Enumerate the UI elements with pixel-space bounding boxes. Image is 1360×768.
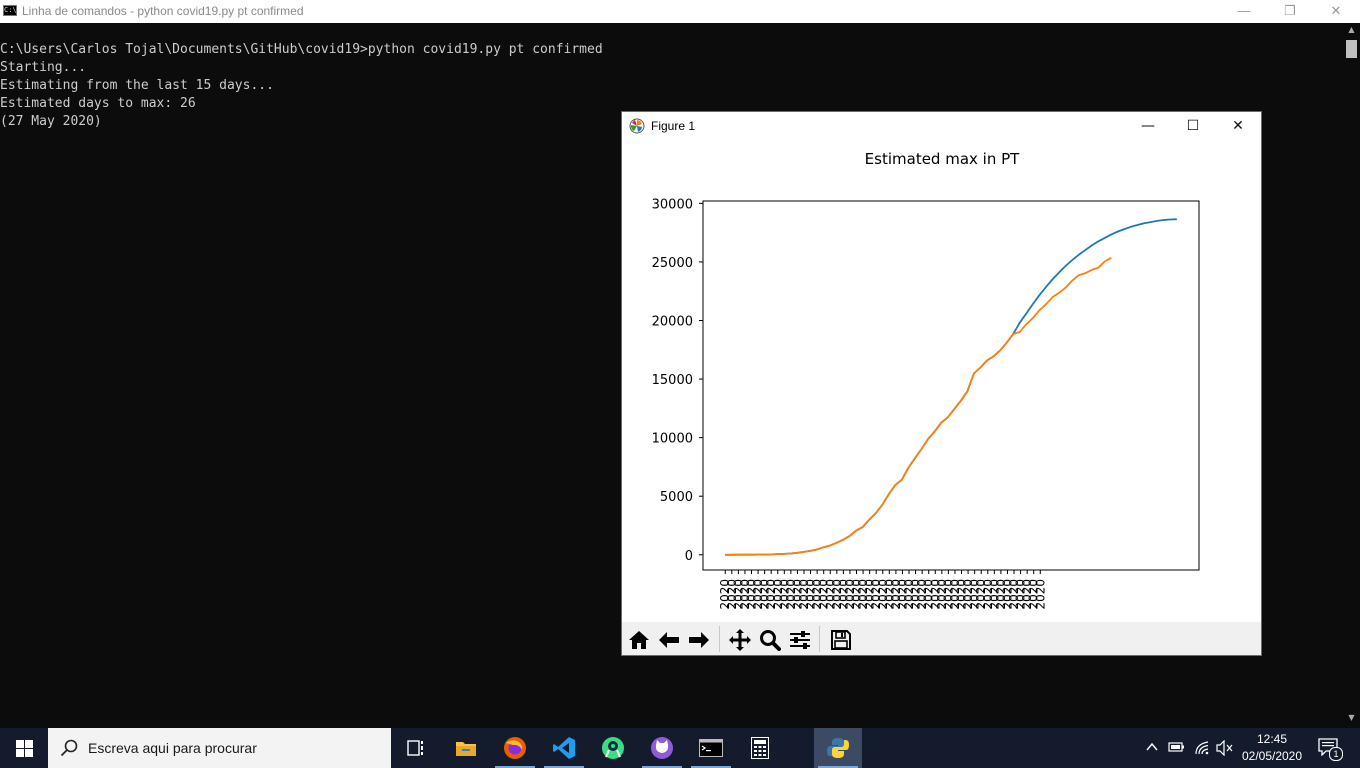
chevron-up-icon[interactable] [1145, 740, 1159, 754]
y-tick-label: 0 [685, 549, 693, 564]
task-view-icon[interactable] [392, 728, 440, 768]
chart-title: Estimated max in PT [865, 150, 1020, 168]
notification-badge: 1 [1329, 747, 1343, 761]
toolbar-separator [819, 626, 820, 652]
figure-maximize-button[interactable]: ☐ [1170, 112, 1216, 140]
series-line-2 [725, 257, 1112, 556]
wifi-icon[interactable] [1194, 740, 1210, 761]
console-scrollbar[interactable]: ▲ ▼ [1343, 23, 1360, 728]
volume-muted-icon[interactable] [1216, 739, 1234, 761]
firefox-icon[interactable] [491, 728, 539, 768]
save-icon[interactable] [827, 626, 855, 653]
figure-toolbar [622, 622, 1261, 655]
pan-icon[interactable] [726, 626, 754, 653]
android-studio-icon[interactable] [589, 728, 637, 768]
y-tick-label: 20000 [652, 314, 693, 329]
windows-icon [15, 739, 33, 757]
notification-center-icon[interactable]: 1 [1318, 738, 1343, 761]
figure-minimize-button[interactable]: — [1125, 112, 1171, 140]
figure-close-button[interactable]: ✕ [1215, 112, 1261, 140]
calculator-icon[interactable] [736, 728, 784, 768]
clock[interactable]: 12:45 02/05/2020 [1236, 731, 1308, 765]
start-button[interactable] [0, 728, 48, 768]
plot-lines [725, 218, 1177, 556]
configure-subplots-icon[interactable] [786, 626, 814, 653]
x-tick-label: 2020 [1033, 579, 1047, 610]
series-line-1 [725, 218, 1177, 556]
python-icon[interactable] [814, 728, 862, 768]
toolbar-separator [719, 626, 720, 652]
forward-arrow-icon[interactable] [685, 626, 713, 653]
github-desktop-icon[interactable] [638, 728, 686, 768]
y-axis: 0 5000 10000 15000 20000 25000 30000 [652, 197, 703, 564]
x-axis: 2020202020202020202020202020202020202020… [718, 570, 1047, 610]
y-tick-label: 10000 [652, 432, 693, 447]
console-title: Linha de comandos - python covid19.py pt… [22, 4, 304, 18]
battery-icon[interactable] [1168, 740, 1186, 759]
console-output: C:\Users\Carlos Tojal\Documents\GitHub\c… [0, 42, 603, 129]
figure-window: Figure 1 — ☐ ✕ Estimated max in PT 0 5000… [621, 111, 1262, 656]
clock-date: 02/05/2020 [1241, 749, 1303, 763]
search-placeholder: Escreva aqui para procurar [88, 740, 257, 756]
back-arrow-icon[interactable] [655, 626, 683, 653]
scrollbar-thumb[interactable] [1346, 40, 1357, 58]
zoom-icon[interactable] [756, 626, 784, 653]
y-tick-label: 15000 [652, 373, 693, 388]
console-restore-button[interactable]: ❐ [1267, 0, 1313, 23]
y-tick-label: 30000 [652, 197, 693, 212]
scroll-up-icon[interactable]: ▲ [1343, 25, 1360, 34]
plot-canvas: Estimated max in PT 0 5000 10000 15000 20000… [652, 150, 1200, 610]
search-icon [60, 739, 78, 757]
home-icon[interactable] [625, 626, 653, 653]
y-tick-label: 5000 [660, 490, 693, 505]
figure-titlebar: Figure 1 — ☐ ✕ [622, 112, 1261, 140]
taskbar: Escreva aqui para procurar 12:45 02/05/2… [0, 728, 1360, 768]
vscode-icon[interactable] [540, 728, 588, 768]
file-explorer-icon[interactable] [442, 728, 490, 768]
console-minimize-button[interactable]: — [1221, 0, 1267, 23]
clock-time: 12:45 [1256, 732, 1288, 746]
matplotlib-logo-icon [629, 118, 645, 134]
scroll-down-icon[interactable]: ▼ [1343, 713, 1360, 722]
terminal-icon[interactable] [687, 728, 735, 768]
y-tick-label: 25000 [652, 256, 693, 271]
console-titlebar: C:\ Linha de comandos - python covid19.p… [0, 0, 1360, 23]
console-close-button[interactable]: ✕ [1313, 0, 1359, 23]
cmd-icon: C:\ [3, 5, 17, 16]
search-box[interactable]: Escreva aqui para procurar [48, 728, 391, 768]
axes-frame [702, 200, 1200, 571]
figure-title: Figure 1 [651, 119, 696, 133]
